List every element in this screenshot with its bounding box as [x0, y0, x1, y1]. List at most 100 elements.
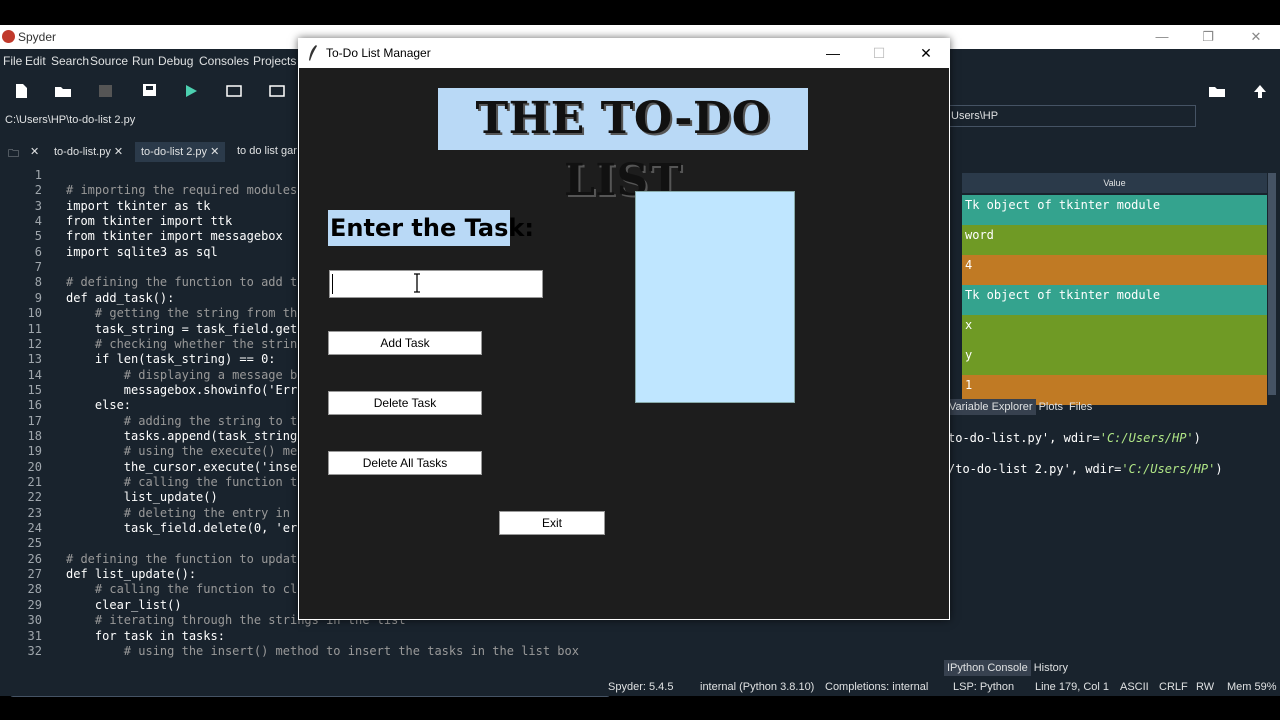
code-line: list_update() [66, 490, 218, 505]
line-number: 19 [27, 444, 42, 459]
task-input[interactable] [329, 270, 543, 298]
save-all-icon[interactable] [140, 83, 158, 99]
browse-tabs-icon[interactable]: 🗀 [2, 142, 25, 162]
tab-variable-explorer[interactable]: Variable Explorer [946, 399, 1036, 415]
menu-run[interactable]: Run [132, 54, 154, 68]
menu-projects[interactable]: Projects [253, 54, 296, 68]
code-line: clear_list() [66, 597, 182, 612]
working-directory-field[interactable]: Users\HP [948, 105, 1196, 127]
console-line: to-do-list.py', wdir='C:/Users/HP') [948, 431, 1201, 445]
menu-consoles[interactable]: Consoles [199, 54, 249, 68]
line-number: 25 [27, 536, 42, 551]
new-file-icon[interactable] [12, 83, 30, 99]
delete-task-button[interactable]: Delete Task [328, 391, 482, 415]
code-line: tasks.append(task_string [66, 428, 298, 443]
variable-row[interactable]: Tk object of tkinter module [962, 195, 1267, 225]
console-pane-tabs: IPython Console History [944, 660, 1071, 678]
code-line: # displaying a message b [66, 367, 298, 382]
variable-explorer-scrollbar[interactable] [1268, 173, 1276, 395]
code-line: # calling the function to cl [66, 582, 298, 597]
tab-history[interactable]: History [1031, 660, 1071, 676]
menu-debug[interactable]: Debug [158, 54, 193, 68]
tab-files[interactable]: Files [1066, 399, 1095, 415]
variable-row[interactable]: 4 [962, 255, 1267, 285]
spyder-close-button[interactable]: ✕ [1236, 27, 1276, 47]
enter-task-label: Enter the Task: [328, 210, 534, 246]
delete-all-tasks-button[interactable]: Delete All Tasks [328, 451, 482, 475]
line-number: 17 [27, 413, 42, 428]
code-line: def add_task(): [66, 290, 175, 305]
browse-folder-icon[interactable] [1208, 83, 1226, 99]
variable-row[interactable]: y [962, 345, 1267, 375]
status-lsp: LSP: Python [953, 681, 1015, 693]
status-rw: RW [1196, 681, 1215, 693]
code-line: the_cursor.execute('inse [66, 459, 298, 474]
code-line: task_string = task_field.get [66, 321, 298, 336]
variable-row[interactable]: word [962, 225, 1267, 255]
tab-label: to-do-list.py [54, 146, 111, 158]
code-line: # calling the function t [66, 475, 298, 489]
variable-row[interactable]: x [962, 315, 1267, 345]
tab-to-do-list-gar[interactable]: to do list gar [231, 142, 303, 162]
menu-search[interactable]: Search [51, 54, 89, 68]
tab-ipython-console[interactable]: IPython Console [944, 660, 1031, 676]
line-number: 24 [27, 521, 42, 536]
run-cell-advance-icon[interactable] [268, 83, 286, 99]
line-number: 18 [27, 428, 42, 443]
tab-label: to-do-list 2.py [141, 146, 208, 158]
todo-maximize-button[interactable]: ☐ [856, 38, 902, 68]
tab-plots[interactable]: Plots [1036, 399, 1066, 415]
code-line: # using the insert() method to insert th… [66, 643, 579, 658]
tab-label: to do list gar [237, 145, 297, 157]
line-number: 4 [34, 214, 42, 229]
run-icon[interactable] [182, 83, 200, 99]
status-position: Line 179, Col 1 [1035, 681, 1109, 693]
line-number: 11 [27, 321, 42, 336]
status-eol: CRLF [1159, 681, 1188, 693]
code-line: # checking whether the strin [66, 336, 298, 351]
todo-heading: THE TO-DO LIST [438, 88, 808, 206]
task-listbox[interactable] [635, 191, 795, 403]
run-cell-icon[interactable] [225, 83, 243, 99]
close-tab-icon[interactable]: ✕ [24, 142, 45, 162]
line-number: 21 [27, 475, 42, 489]
status-completions: Completions: internal [825, 681, 929, 693]
code-line: task_field.delete(0, 'er [66, 521, 298, 536]
menu-file[interactable]: File [3, 54, 22, 68]
variable-row[interactable]: Tk object of tkinter module [962, 285, 1267, 315]
parent-dir-icon[interactable] [1251, 83, 1269, 99]
line-number: 7 [34, 260, 42, 275]
line-number-gutter: 1 2 3 4 5 6 7 8 9 10 11 12 13 14 15 16 17 18 19 20 21 22 23 24 2… [0, 165, 50, 665]
line-number: 29 [27, 597, 42, 612]
line-number: 5 [34, 229, 42, 244]
spyder-restore-button[interactable]: ❐ [1188, 27, 1228, 47]
line-number: 2 [34, 183, 42, 198]
todo-minimize-button[interactable]: — [810, 38, 856, 68]
line-number: 30 [27, 613, 42, 628]
editor-file-path: C:\Users\HP\to-do-list 2.py [5, 114, 136, 126]
add-task-button[interactable]: Add Task [328, 331, 482, 355]
line-number: 23 [27, 505, 42, 520]
editor-tabs: 🗀 ✕ to-do-list.py ✕ to-do-list 2.py ✕ to… [0, 139, 300, 163]
tab-to-do-list-2[interactable]: to-do-list 2.py ✕ [135, 142, 226, 162]
exit-button[interactable]: Exit [499, 511, 605, 535]
code-line: from tkinter import messagebox [66, 229, 283, 244]
spyder-minimize-button[interactable]: — [1142, 27, 1182, 47]
open-folder-icon[interactable] [54, 83, 72, 99]
menu-source[interactable]: Source [90, 54, 128, 68]
line-number: 13 [27, 352, 42, 367]
todo-close-button[interactable]: ✕ [903, 38, 949, 68]
code-line: from tkinter import ttk [66, 214, 233, 229]
save-icon[interactable] [97, 83, 115, 99]
code-line: for task in tasks: [66, 628, 225, 643]
status-interpreter[interactable]: internal (Python 3.8.10) [700, 681, 814, 693]
line-number: 31 [27, 628, 42, 643]
line-number: 20 [27, 459, 42, 474]
line-number: 15 [27, 382, 42, 397]
spyder-title: Spyder [18, 30, 57, 44]
line-number: 6 [34, 244, 42, 259]
menu-edit[interactable]: Edit [25, 54, 46, 68]
status-encoding: ASCII [1120, 681, 1149, 693]
code-line: import sqlite3 as sql [66, 244, 218, 259]
tab-to-do-list[interactable]: to-do-list.py ✕ [48, 142, 129, 162]
